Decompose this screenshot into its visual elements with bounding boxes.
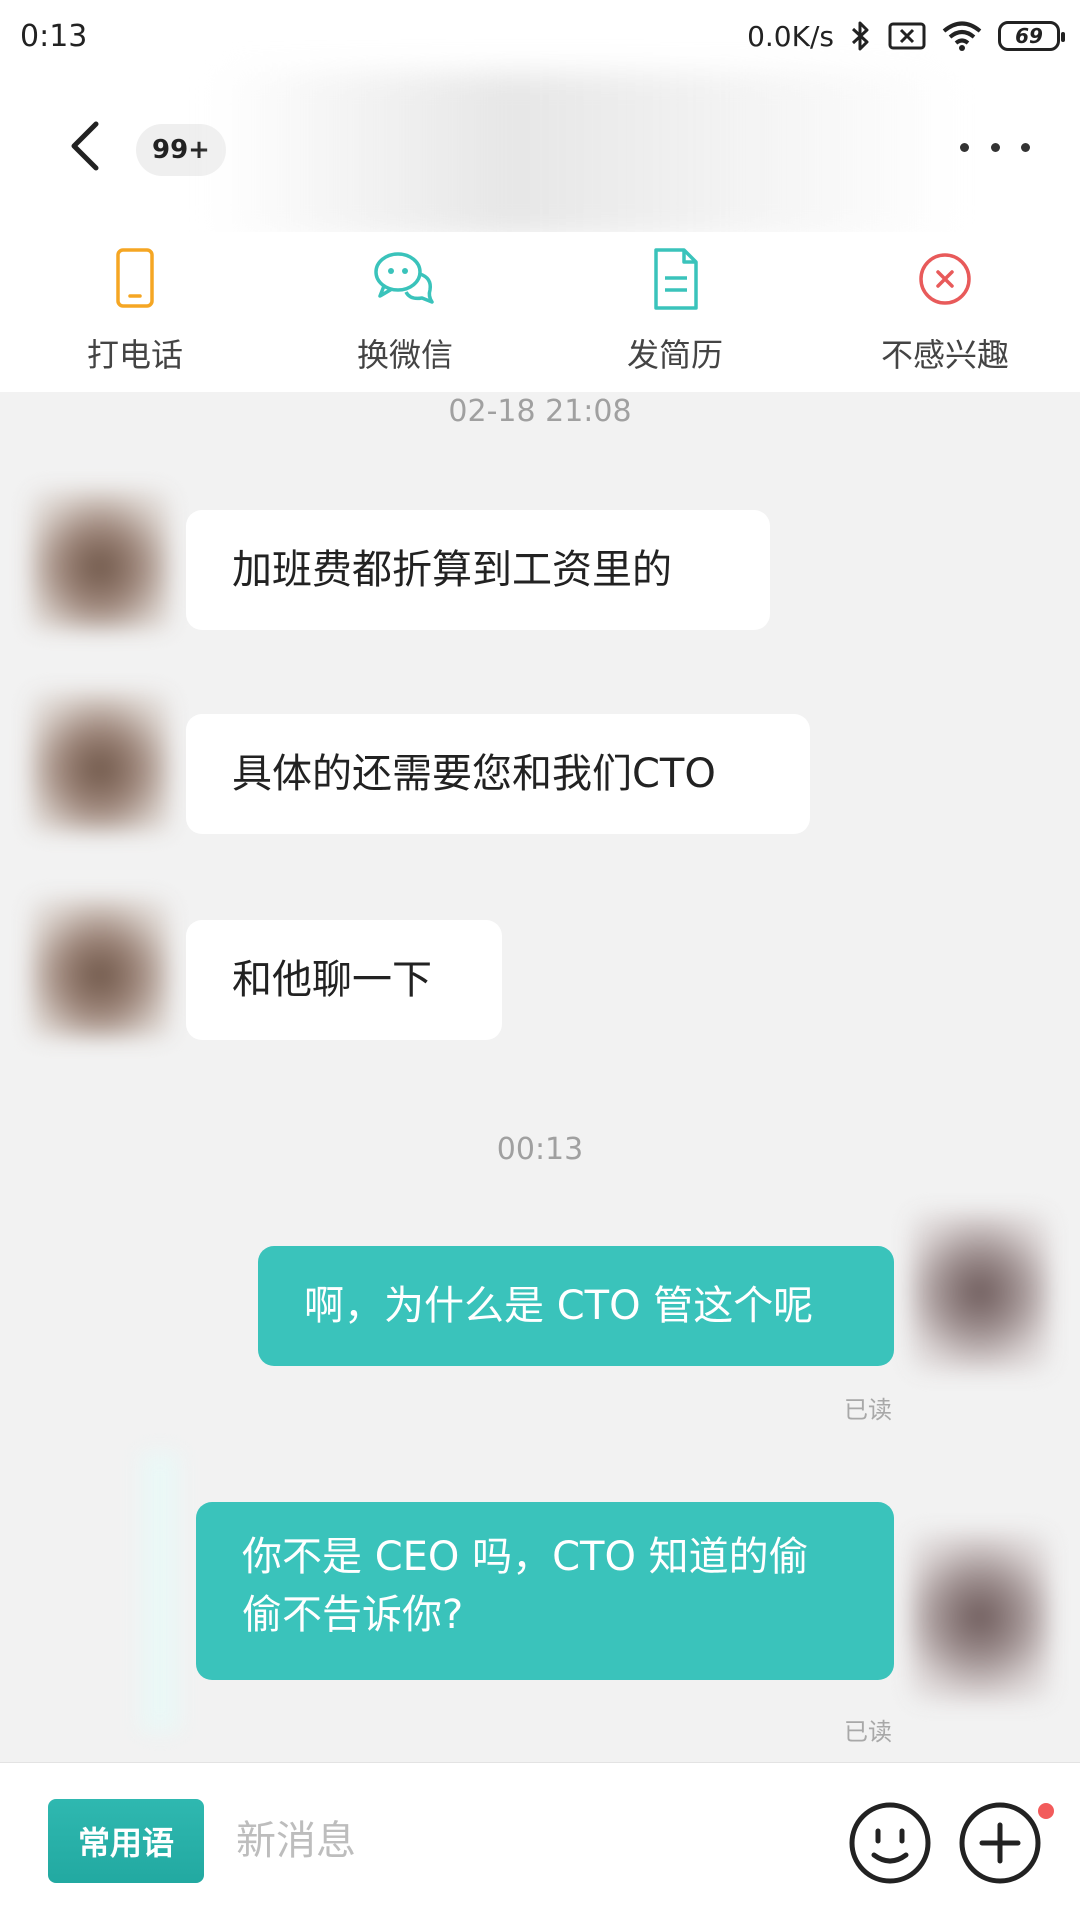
message-input[interactable] xyxy=(236,1799,816,1883)
status-bar: 0:13 0.0K/s 69 xyxy=(0,0,1080,72)
message-text-line: 偷不告诉你? xyxy=(242,1592,464,1638)
battery-indicator: 69 xyxy=(998,21,1065,51)
exchange-wechat-action[interactable]: 换微信 xyxy=(270,232,540,392)
chat-header: 99+ xyxy=(0,72,1080,237)
more-options-button[interactable] xyxy=(960,132,1030,162)
status-time: 0:13 xyxy=(20,18,88,54)
unread-count: 99+ xyxy=(152,135,210,165)
status-indicators: 0.0K/s 69 xyxy=(747,19,1065,53)
wifi-icon xyxy=(942,21,982,51)
not-interested-label: 不感兴趣 xyxy=(880,336,1009,374)
message-text-line: 你不是 CEO 吗，CTO 知道的偷 xyxy=(242,1534,809,1580)
send-resume-label: 发简历 xyxy=(626,336,723,374)
send-resume-action[interactable]: 发简历 xyxy=(540,232,810,392)
more-dot-icon xyxy=(1021,142,1030,152)
chevron-left-icon xyxy=(71,121,99,171)
not-interested-action[interactable]: 不感兴趣 xyxy=(810,232,1080,392)
my-avatar[interactable] xyxy=(910,1532,1050,1702)
common-phrases-button[interactable]: 常用语 xyxy=(48,1799,204,1883)
plus-icon[interactable] xyxy=(958,1801,1042,1885)
more-dot-icon xyxy=(990,142,1000,152)
call-label: 打电话 xyxy=(86,336,183,374)
message-text: 和他聊一下 xyxy=(232,957,432,1003)
my-avatar[interactable] xyxy=(910,1212,1050,1372)
recruiter-avatar[interactable] xyxy=(30,692,170,832)
incoming-message[interactable]: 和他聊一下 xyxy=(186,920,502,1040)
outgoing-message[interactable]: 你不是 CEO 吗，CTO 知道的偷 偷不告诉你? xyxy=(196,1502,894,1680)
read-status: 已读 xyxy=(844,1718,892,1746)
common-phrases-label: 常用语 xyxy=(77,1824,174,1862)
recruiter-avatar[interactable] xyxy=(30,898,170,1038)
battery-level: 69 xyxy=(1015,24,1043,48)
message-text: 具体的还需要您和我们CTO xyxy=(232,751,716,797)
sim-off-icon xyxy=(888,22,926,50)
quick-actions: 打电话 换微信 发简历 不感兴趣 xyxy=(0,232,1080,392)
call-action[interactable]: 打电话 xyxy=(0,232,270,392)
outgoing-message[interactable]: 啊，为什么是 CTO 管这个呢 xyxy=(258,1246,894,1366)
resume-icon xyxy=(654,248,698,310)
input-bar: 常用语 xyxy=(0,1762,1080,1920)
back-button[interactable] xyxy=(60,120,110,172)
exchange-wechat-label: 换微信 xyxy=(356,336,453,374)
notification-dot xyxy=(1038,1803,1054,1819)
incoming-message[interactable]: 加班费都折算到工资里的 xyxy=(186,510,770,630)
close-circle-icon xyxy=(919,253,971,305)
emoji-icon[interactable] xyxy=(848,1801,932,1885)
message-list[interactable]: 02-18 21:08 加班费都折算到工资里的 具体的还需要您和我们CTO 和他… xyxy=(0,392,1080,1762)
message-timestamp: 00:13 xyxy=(496,1132,584,1167)
message-text: 加班费都折算到工资里的 xyxy=(232,547,672,593)
chat-screen: 0:13 0.0K/s 69 99+ 打电话 换微信 发简历 不感兴趣 02-1… xyxy=(0,0,1080,1920)
recruiter-avatar[interactable] xyxy=(30,490,170,630)
selection-highlight xyxy=(140,1452,180,1732)
message-timestamp: 02-18 21:08 xyxy=(448,394,632,429)
contact-info-blurred[interactable] xyxy=(210,72,960,237)
message-text: 啊，为什么是 CTO 管这个呢 xyxy=(304,1283,814,1329)
network-speed: 0.0K/s xyxy=(747,19,834,53)
incoming-message[interactable]: 具体的还需要您和我们CTO xyxy=(186,714,810,834)
wechat-icon xyxy=(374,252,434,304)
more-dot-icon xyxy=(960,142,969,152)
phone-icon xyxy=(116,248,154,308)
read-status: 已读 xyxy=(844,1396,892,1424)
bluetooth-icon xyxy=(851,21,869,51)
